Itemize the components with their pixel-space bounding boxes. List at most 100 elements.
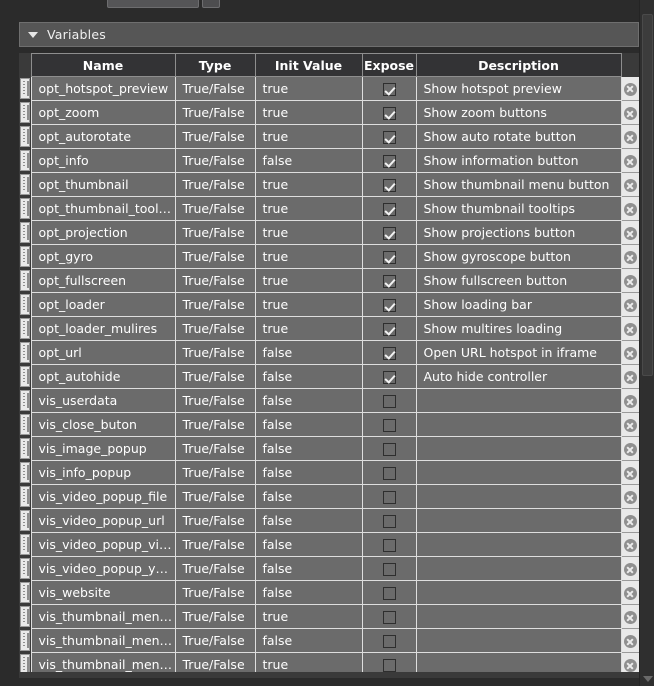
drag-grip-icon[interactable] <box>20 461 30 483</box>
table-row[interactable]: vis_thumbnail_men… True/False false <box>19 628 639 653</box>
drag-grip-icon[interactable] <box>20 509 30 531</box>
circle-x-icon[interactable] <box>623 179 637 192</box>
cell-name[interactable]: vis_image_popup <box>30 436 176 461</box>
drag-grip-icon[interactable] <box>20 533 30 555</box>
top-cutoff-button[interactable] <box>202 0 220 8</box>
cell-name[interactable]: opt_autorotate <box>30 124 176 149</box>
cell-init-value[interactable]: false <box>255 148 363 173</box>
cell-description[interactable]: Show loading bar <box>416 292 622 317</box>
cell-name[interactable]: vis_info_popup <box>30 460 176 485</box>
circle-x-icon[interactable] <box>623 395 637 408</box>
cell-type[interactable]: True/False <box>175 244 256 269</box>
drag-grip-icon[interactable] <box>20 605 30 627</box>
table-row[interactable]: vis_thumbnail_men… True/False true <box>19 604 639 629</box>
cell-delete[interactable] <box>621 556 639 581</box>
cell-type[interactable]: True/False <box>175 316 256 341</box>
circle-x-icon[interactable] <box>623 419 637 432</box>
drag-grip-icon[interactable] <box>20 125 30 147</box>
expose-checkbox[interactable] <box>382 491 396 504</box>
cell-description[interactable]: Show hotspot preview <box>416 76 622 101</box>
cell-delete[interactable] <box>621 100 639 125</box>
cell-type[interactable]: True/False <box>175 220 256 245</box>
drag-grip-icon[interactable] <box>20 221 30 243</box>
cell-name[interactable]: opt_thumbnail_tool… <box>30 196 176 221</box>
cell-init-value[interactable]: false <box>255 412 363 437</box>
cell-description[interactable]: Auto hide controller <box>416 364 622 389</box>
variables-section-header[interactable]: Variables <box>19 22 639 47</box>
expose-checkbox[interactable] <box>382 251 396 264</box>
expose-checkbox[interactable] <box>382 443 396 456</box>
cell-init-value[interactable]: true <box>255 316 363 341</box>
circle-x-icon[interactable] <box>623 251 637 264</box>
cell-name[interactable]: opt_url <box>30 340 176 365</box>
row-drag-handle[interactable] <box>19 628 31 653</box>
circle-x-icon[interactable] <box>623 587 637 600</box>
cell-description[interactable] <box>416 580 622 605</box>
table-row[interactable]: opt_zoom True/False true Show zoom buttons <box>19 100 639 125</box>
cell-type[interactable]: True/False <box>175 124 256 149</box>
drag-grip-icon[interactable] <box>20 629 30 651</box>
cell-description[interactable]: Show thumbnail menu button <box>416 172 622 197</box>
expose-checkbox[interactable] <box>382 107 396 120</box>
drag-grip-icon[interactable] <box>20 197 30 219</box>
cell-type[interactable]: True/False <box>175 556 256 581</box>
cell-type[interactable]: True/False <box>175 196 256 221</box>
cell-delete[interactable] <box>621 484 639 509</box>
cell-name[interactable]: opt_gyro <box>30 244 176 269</box>
cell-expose[interactable] <box>362 100 417 125</box>
expose-checkbox[interactable] <box>382 515 396 528</box>
expose-checkbox[interactable] <box>382 83 396 96</box>
cell-delete[interactable] <box>621 436 639 461</box>
expose-checkbox[interactable] <box>382 419 396 432</box>
cell-type[interactable]: True/False <box>175 484 256 509</box>
table-row[interactable]: opt_gyro True/False true Show gyroscope but… <box>19 244 639 269</box>
cell-init-value[interactable]: false <box>255 460 363 485</box>
cell-name[interactable]: vis_video_popup_y… <box>30 556 176 581</box>
cell-name[interactable]: opt_loader <box>30 292 176 317</box>
cell-init-value[interactable]: false <box>255 388 363 413</box>
cell-delete[interactable] <box>621 196 639 221</box>
table-row[interactable]: opt_thumbnail True/False true Show thumbnai… <box>19 172 639 197</box>
cell-expose[interactable] <box>362 340 417 365</box>
table-row[interactable]: opt_projection True/False true Show project… <box>19 220 639 245</box>
row-drag-handle[interactable] <box>19 268 31 293</box>
circle-x-icon[interactable] <box>623 539 637 552</box>
cell-type[interactable]: True/False <box>175 508 256 533</box>
cell-name[interactable]: vis_video_popup_vi… <box>30 532 176 557</box>
cell-expose[interactable] <box>362 508 417 533</box>
row-drag-handle[interactable] <box>19 604 31 629</box>
cell-expose[interactable] <box>362 628 417 653</box>
row-drag-handle[interactable] <box>19 364 31 389</box>
cell-delete[interactable] <box>621 532 639 557</box>
table-row[interactable]: opt_autohide True/False false Auto hide con… <box>19 364 639 389</box>
drag-grip-icon[interactable] <box>20 413 30 435</box>
cell-init-value[interactable]: false <box>255 340 363 365</box>
cell-init-value[interactable]: false <box>255 580 363 605</box>
cell-expose[interactable] <box>362 436 417 461</box>
cell-init-value[interactable]: false <box>255 532 363 557</box>
cell-description[interactable]: Show gyroscope button <box>416 244 622 269</box>
cell-type[interactable]: True/False <box>175 340 256 365</box>
cell-name[interactable]: vis_userdata <box>30 388 176 413</box>
row-drag-handle[interactable] <box>19 196 31 221</box>
cell-expose[interactable] <box>362 220 417 245</box>
cell-expose[interactable] <box>362 556 417 581</box>
table-row[interactable]: vis_image_popup True/False false <box>19 436 639 461</box>
cell-name[interactable]: vis_website <box>30 580 176 605</box>
cell-delete[interactable] <box>621 388 639 413</box>
expose-checkbox[interactable] <box>382 587 396 600</box>
cell-delete[interactable] <box>621 76 639 101</box>
row-drag-handle[interactable] <box>19 292 31 317</box>
cell-delete[interactable] <box>621 508 639 533</box>
cell-expose[interactable] <box>362 76 417 101</box>
circle-x-icon[interactable] <box>623 155 637 168</box>
cell-expose[interactable] <box>362 460 417 485</box>
cell-type[interactable]: True/False <box>175 436 256 461</box>
cell-name[interactable]: vis_close_buton <box>30 412 176 437</box>
table-row[interactable]: vis_video_popup_vi… True/False false <box>19 532 639 557</box>
cell-name[interactable]: opt_projection <box>30 220 176 245</box>
cell-init-value[interactable]: true <box>255 292 363 317</box>
cell-expose[interactable] <box>362 484 417 509</box>
cell-name[interactable]: opt_loader_mulires <box>30 316 176 341</box>
table-row[interactable]: vis_video_popup_y… True/False false <box>19 556 639 581</box>
